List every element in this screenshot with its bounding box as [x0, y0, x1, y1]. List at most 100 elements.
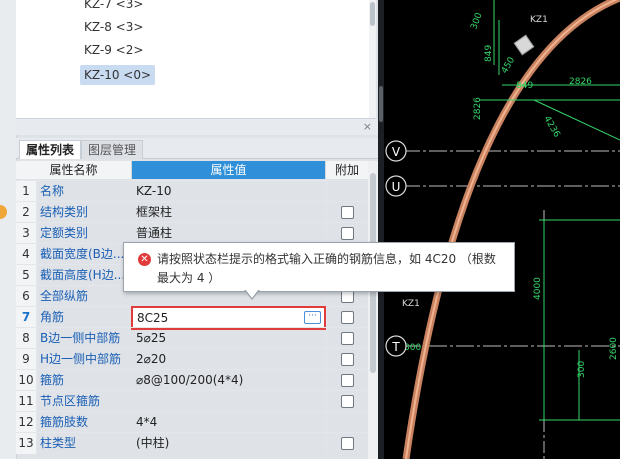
extra-cell — [326, 328, 369, 349]
table-row[interactable]: 8 B边一侧中部筋 5⌀25 — [16, 327, 368, 349]
header-property-name: 属性名称 — [16, 161, 132, 179]
collapse-handle[interactable] — [379, 86, 383, 122]
tab-properties[interactable]: 属性列表 — [19, 140, 82, 159]
property-value[interactable]: (中柱) — [134, 433, 324, 454]
table-row[interactable]: 3 定额类别 普通柱 — [16, 222, 368, 244]
property-name: H边一侧中部筋 — [40, 352, 122, 366]
dimension-label: 849 — [484, 45, 494, 62]
extra-cell — [326, 433, 369, 454]
row-number: 7 — [16, 307, 37, 328]
property-value[interactable] — [134, 391, 324, 412]
row-number: 4 — [16, 244, 37, 265]
table-row[interactable]: 13 柱类型 (中柱) — [16, 432, 368, 454]
axis-label-u: U — [392, 180, 401, 194]
property-name: 截面宽度(B边... — [40, 247, 125, 261]
tree-item-kz8[interactable]: KZ-8 <3> — [80, 17, 147, 37]
extra-cell — [326, 307, 369, 328]
property-name: B边一侧中部筋 — [40, 331, 121, 345]
drawing-svg: 300 849 450 KZ1 2826 2826 849 4236 4000 … — [385, 0, 620, 459]
extra-cell — [326, 223, 369, 244]
extra-checkbox[interactable] — [341, 437, 354, 450]
more-options-button[interactable]: ··· — [304, 311, 321, 324]
row-number: 12 — [16, 412, 37, 433]
extra-cell — [326, 391, 369, 412]
row-number: 2 — [16, 202, 37, 223]
property-value[interactable]: 2⌀20 — [134, 349, 324, 370]
extra-cell — [326, 412, 369, 433]
property-name: 角筋 — [40, 310, 65, 324]
axis-label-v: V — [392, 145, 401, 159]
extra-checkbox[interactable] — [341, 353, 354, 366]
dimension-label: 300 — [577, 361, 587, 378]
corner-rebar-value: 8C25 — [137, 311, 169, 325]
extra-cell — [326, 349, 369, 370]
dimension-label: 300 — [469, 11, 484, 31]
extra-checkbox[interactable] — [341, 227, 354, 240]
error-message: 请按照状态栏提示的格式输入正确的钢筋信息，如 4C20 （根数最大为 4 ） — [157, 252, 496, 285]
extra-checkbox[interactable] — [341, 332, 354, 345]
property-name: 全部纵筋 — [40, 289, 89, 303]
row-number: 6 — [16, 286, 37, 307]
table-row[interactable]: 9 H边一侧中部筋 2⌀20 — [16, 348, 368, 370]
property-tabs: 属性列表 图层管理 — [16, 138, 378, 159]
extra-cell — [326, 370, 369, 391]
component-tree: KZ-7 <3> KZ-8 <3> KZ-9 <2> KZ-10 <0> — [16, 0, 376, 119]
extra-cell — [326, 181, 369, 202]
error-icon: ✕ — [138, 253, 151, 266]
row-number: 11 — [16, 391, 37, 412]
tree-item-kz7[interactable]: KZ-7 <3> — [80, 0, 147, 14]
property-name: 箍筋肢数 — [40, 415, 89, 429]
table-row[interactable]: 2 结构类别 框架柱 — [16, 201, 368, 223]
table-row[interactable]: 11 节点区箍筋 — [16, 390, 368, 412]
tab-layers[interactable]: 图层管理 — [81, 140, 144, 159]
dimension-label: 4236 — [541, 115, 561, 140]
dimension-label: 2826 — [569, 77, 592, 87]
property-value[interactable]: 4*4 — [134, 412, 324, 433]
property-name: 名称 — [40, 184, 65, 198]
row-number: 8 — [16, 328, 37, 349]
table-row[interactable]: 7 角筋 8C25 ··· — [16, 306, 369, 330]
property-name: 结构类别 — [40, 205, 89, 219]
property-value[interactable]: ⌀8@100/200(4*4) — [134, 370, 324, 391]
left-toolbar-strip — [0, 0, 17, 459]
dimension-label: 2826 — [473, 97, 483, 120]
error-tooltip: ✕ 请按照状态栏提示的格式输入正确的钢筋信息，如 4C20 （根数最大为 4 ） — [123, 242, 515, 300]
property-value[interactable]: 5⌀25 — [134, 328, 324, 349]
tree-item-kz10[interactable]: KZ-10 <0> — [80, 65, 156, 85]
extra-checkbox[interactable] — [341, 374, 354, 387]
tree-item-kz9[interactable]: KZ-9 <2> — [80, 40, 147, 60]
dimension-label: 300 — [404, 343, 421, 353]
property-name: 柱类型 — [40, 436, 77, 450]
dimension-label: KZ1 — [530, 15, 548, 25]
side-indicator[interactable] — [0, 205, 7, 219]
property-value[interactable]: 框架柱 — [134, 202, 324, 223]
header-extra: 附加 — [326, 161, 368, 179]
row-number: 10 — [16, 370, 37, 391]
extra-cell — [326, 202, 369, 223]
property-value[interactable]: 普通柱 — [134, 223, 324, 244]
tooltip-pointer-fill — [245, 289, 259, 298]
property-name: 箍筋 — [40, 373, 65, 387]
table-row[interactable]: 12 箍筋肢数 4*4 — [16, 411, 368, 433]
cad-canvas[interactable]: 300 849 450 KZ1 2826 2826 849 4236 4000 … — [384, 0, 620, 459]
row-number: 1 — [16, 181, 37, 202]
row-number: 13 — [16, 433, 37, 454]
table-row[interactable]: 10 箍筋 ⌀8@100/200(4*4) — [16, 369, 368, 391]
close-icon[interactable]: × — [363, 120, 372, 133]
extra-checkbox[interactable] — [341, 206, 354, 219]
dimension-label: 4000 — [533, 277, 543, 300]
row-number: 3 — [16, 223, 37, 244]
grid-scrollbar[interactable] — [368, 161, 378, 459]
row-number: 9 — [16, 349, 37, 370]
property-value[interactable]: KZ-10 — [134, 181, 324, 202]
dimension-label: 849 — [516, 81, 533, 91]
panel-separator: × — [16, 119, 378, 135]
extra-checkbox[interactable] — [341, 395, 354, 408]
dimension-label: KZ1 — [402, 299, 420, 309]
table-row[interactable]: 1 名称 KZ-10 — [16, 180, 368, 202]
header-property-value: 属性值 — [132, 161, 326, 179]
tree-scrollbar[interactable] — [369, 0, 376, 118]
extra-checkbox[interactable] — [341, 311, 354, 324]
property-name: 节点区箍筋 — [40, 394, 101, 408]
property-name: 定额类别 — [40, 226, 89, 240]
